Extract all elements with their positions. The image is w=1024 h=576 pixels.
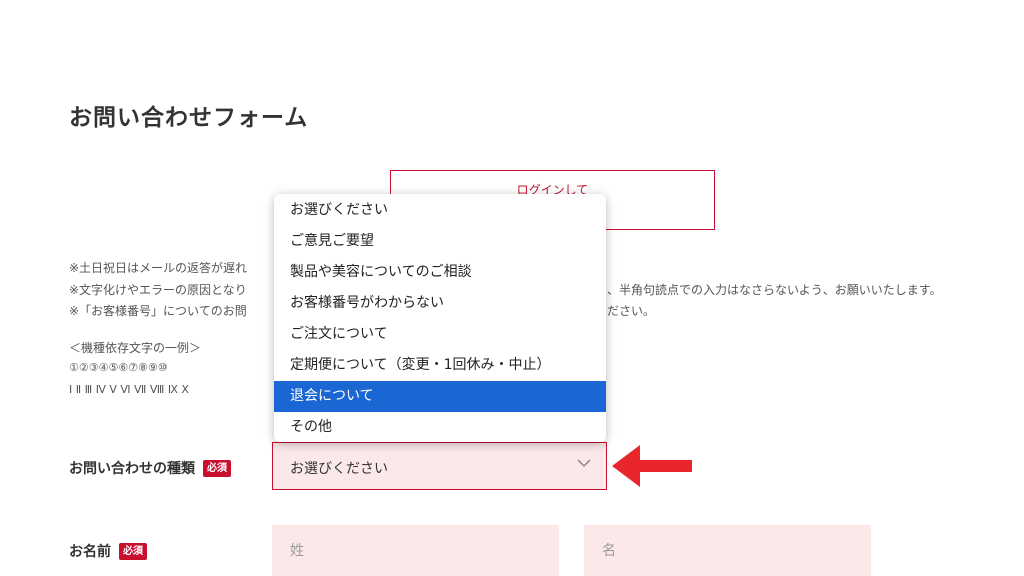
inquiry-type-select[interactable]: お選びください [272, 442, 607, 490]
last-name-input[interactable] [272, 525, 559, 576]
page-title: お問い合わせフォーム [69, 105, 309, 131]
dropdown-option[interactable]: 定期便について（変更・1回休み・中止） [274, 350, 606, 381]
name-label: お名前 必須 [69, 541, 147, 561]
dropdown-option[interactable]: お選びください [274, 195, 606, 226]
note-customer-number-cont: ださい。 [607, 304, 656, 318]
dropdown-option[interactable]: ご意見ご要望 [274, 226, 606, 257]
dropdown-option[interactable]: その他 [274, 412, 606, 442]
chevron-down-icon [577, 459, 591, 468]
required-badge: 必須 [119, 542, 147, 560]
dropdown-option[interactable]: ご注文について [274, 319, 606, 350]
machine-chars-heading: ＜機種依存文字の一例＞ [69, 341, 202, 355]
note-customer-number: ※「お客様番号」についてのお問 [69, 304, 247, 318]
inquiry-type-label-text: お問い合わせの種類 [69, 461, 195, 477]
inquiry-type-selected-value: お選びください [290, 461, 388, 477]
dropdown-option[interactable]: お客様番号がわからない [274, 288, 606, 319]
name-label-text: お名前 [69, 544, 111, 560]
required-badge: 必須 [203, 459, 231, 477]
machine-chars-roman: Ⅰ Ⅱ Ⅲ Ⅳ Ⅴ Ⅵ Ⅶ Ⅷ Ⅸ Ⅹ [69, 383, 189, 396]
first-name-input[interactable] [584, 525, 871, 576]
dropdown-option[interactable]: 製品や美容についてのご相談 [274, 257, 606, 288]
note-garbled-cont: 、半角句読点での入力はなさらないよう、お願いいたします。 [607, 283, 942, 297]
inquiry-type-dropdown: お選びください ご意見ご要望 製品や美容についてのご相談 お客様番号がわからない… [274, 194, 606, 442]
dropdown-option-highlighted[interactable]: 退会について [274, 381, 606, 412]
left-arrow-icon [612, 445, 692, 487]
note-garbled: ※文字化けやエラーの原因となり [69, 283, 247, 297]
inquiry-type-label: お問い合わせの種類 必須 [69, 458, 231, 478]
machine-chars-circled: ①②③④⑤⑥⑦⑧⑨⑩ [69, 361, 168, 374]
note-weekend: ※土日祝日はメールの返答が遅れ [69, 261, 248, 275]
